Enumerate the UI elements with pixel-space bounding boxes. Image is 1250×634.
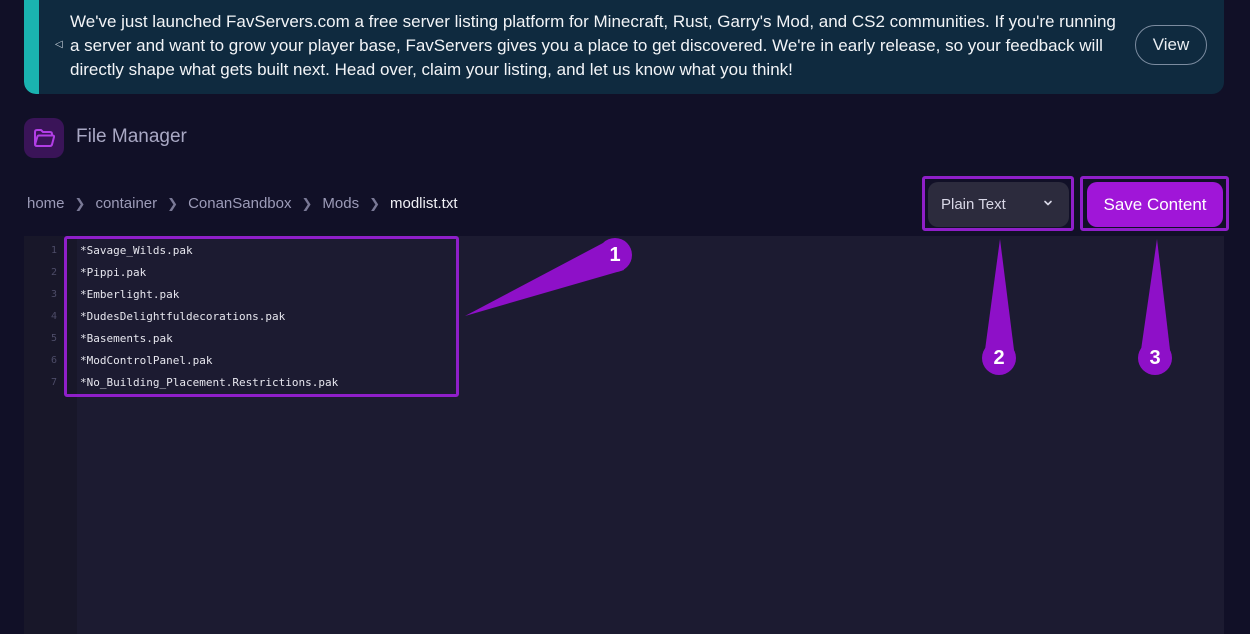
announcement-banner: ◁ We've just launched FavServers.com a f…	[24, 0, 1224, 94]
line-number: 7	[50, 377, 57, 388]
banner-accent-bar	[24, 0, 39, 94]
banner-view-button[interactable]: View	[1135, 25, 1207, 65]
breadcrumb-current-file: modlist.txt	[389, 195, 458, 212]
callout-badge-3: 3	[1138, 341, 1172, 375]
chevron-right-icon: ❯	[167, 195, 179, 211]
breadcrumb-item-home[interactable]: home	[27, 195, 65, 212]
page-title: File Manager	[76, 126, 187, 147]
line-number: 5	[50, 333, 57, 344]
callout-badge-2: 2	[982, 341, 1016, 375]
line-number: 1	[50, 245, 57, 256]
breadcrumb-item-mods[interactable]: Mods	[322, 195, 359, 212]
banner-message: We've just launched FavServers.com a fre…	[70, 12, 1116, 79]
page: ◁ We've just launched FavServers.com a f…	[0, 0, 1250, 634]
line-number: 6	[50, 355, 57, 366]
line-number: 4	[50, 311, 57, 322]
line-number: 2	[50, 267, 57, 278]
chevron-right-icon: ❯	[369, 195, 380, 211]
folder-open-icon	[24, 118, 64, 158]
breadcrumb-item-conansandbox[interactable]: ConanSandbox	[188, 195, 291, 212]
breadcrumb: home ❯ container ❯ ConanSandbox ❯ Mods ❯…	[27, 195, 458, 212]
highlight-box-code-lines	[64, 236, 459, 397]
line-number: 3	[50, 289, 57, 300]
megaphone-icon: ◁	[55, 39, 63, 50]
chevron-right-icon: ❯	[74, 195, 86, 211]
highlight-box-save-button	[1080, 176, 1229, 231]
highlight-box-language-select	[922, 176, 1074, 231]
breadcrumb-item-container[interactable]: container	[95, 195, 157, 212]
callout-badge-1: 1	[598, 238, 632, 272]
chevron-right-icon: ❯	[301, 195, 313, 211]
